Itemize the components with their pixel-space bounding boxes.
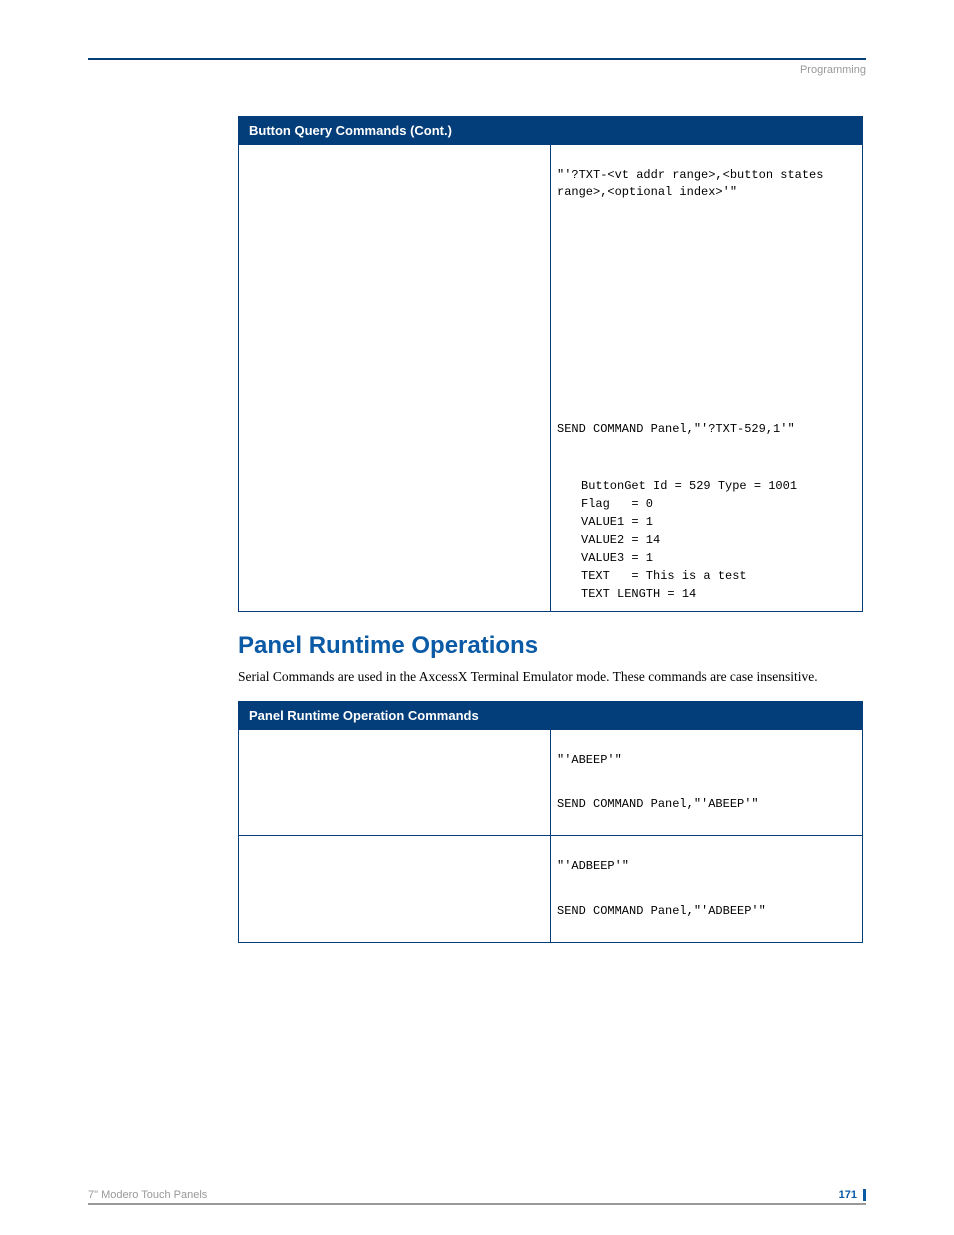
table1-content: "'?TXT-<vt addr range>,<button states ra…	[551, 145, 863, 612]
adbeep-example: SEND COMMAND Panel,"'ADBEEP'"	[557, 903, 852, 920]
abeep-example: SEND COMMAND Panel,"'ABEEP'"	[557, 796, 852, 813]
table2-r2-content: "'ADBEEP'" SEND COMMAND Panel,"'ADBEEP'"	[551, 836, 863, 943]
adbeep-syntax: "'ADBEEP'"	[557, 858, 852, 875]
abeep-syntax: "'ABEEP'"	[557, 752, 852, 769]
page-footer: 7" Modero Touch Panels 171	[88, 1189, 866, 1205]
output-l1: ButtonGet Id = 529 Type = 1001	[557, 477, 797, 495]
section-intro: Serial Commands are used in the AxcessX …	[238, 668, 863, 686]
output-l7: TEXT LENGTH = 14	[557, 585, 696, 603]
page-number: 171	[839, 1189, 866, 1201]
header-section-label: Programming	[88, 64, 866, 76]
table2-r1-content: "'ABEEP'" SEND COMMAND Panel,"'ABEEP'"	[551, 729, 863, 836]
table1-col1	[239, 145, 551, 612]
example-cmd: SEND COMMAND Panel,"'?TXT-529,1'"	[557, 421, 852, 438]
output-l5: VALUE3 = 1	[557, 549, 653, 567]
output-l2: Flag = 0	[557, 495, 653, 513]
table1-title: Button Query Commands (Cont.)	[239, 117, 863, 145]
section-heading: Panel Runtime Operations	[238, 632, 863, 660]
footer-title: 7" Modero Touch Panels	[88, 1189, 207, 1201]
button-query-table: Button Query Commands (Cont.) "'?TXT-<vt…	[238, 116, 863, 612]
panel-runtime-table: Panel Runtime Operation Commands "'ABEEP…	[238, 701, 863, 943]
output-l6: TEXT = This is a test	[557, 567, 747, 585]
table2-r2-col1	[239, 836, 551, 943]
table2-title: Panel Runtime Operation Commands	[239, 701, 863, 729]
table2-r1-col1	[239, 729, 551, 836]
output-l3: VALUE1 = 1	[557, 513, 653, 531]
output-l4: VALUE2 = 14	[557, 531, 660, 549]
syntax-line: "'?TXT-<vt addr range>,<button states ra…	[557, 167, 852, 201]
